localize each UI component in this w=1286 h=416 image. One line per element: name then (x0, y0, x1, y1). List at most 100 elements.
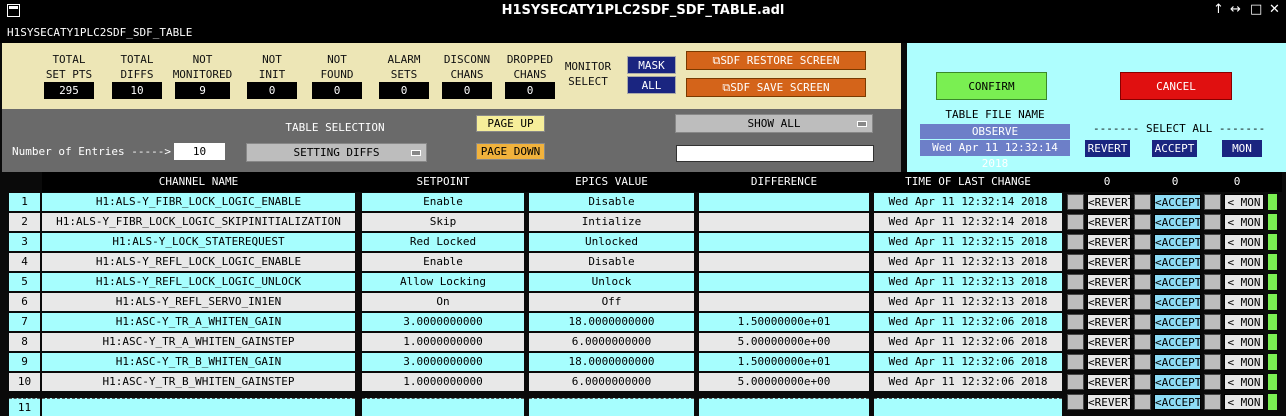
mon-button[interactable]: < MON (1224, 194, 1264, 210)
accept-checkbox[interactable] (1134, 314, 1151, 330)
mon-button[interactable]: < MON (1224, 214, 1264, 230)
mon-button[interactable]: < MON (1224, 294, 1264, 310)
accept-button[interactable]: <ACCEPT (1154, 274, 1201, 290)
page-down-button[interactable]: PAGE DOWN (476, 143, 545, 160)
revert-checkbox[interactable] (1067, 314, 1084, 330)
revert-checkbox[interactable] (1067, 214, 1084, 230)
mon-button[interactable]: < MON (1224, 314, 1264, 330)
revert-button[interactable]: <REVERT (1087, 334, 1134, 350)
accept-button[interactable]: <ACCEPT (1154, 314, 1201, 330)
revert-checkbox[interactable] (1067, 334, 1084, 350)
epics-value-cell: Disable (529, 253, 694, 271)
revert-all-button[interactable]: REVERT (1085, 140, 1130, 157)
channel-filter-input[interactable] (676, 145, 874, 162)
revert-button[interactable]: <REVERT (1087, 254, 1134, 270)
accept-checkbox[interactable] (1134, 214, 1151, 230)
show-filter-value: SHOW ALL (747, 117, 801, 130)
epics-value-cell: Off (529, 293, 694, 311)
accept-checkbox[interactable] (1134, 254, 1151, 270)
revert-checkbox[interactable] (1067, 234, 1084, 250)
resize-icon[interactable]: ↔ (1230, 2, 1241, 17)
accept-count: 0 (1171, 175, 1179, 188)
stat-value: 0 (312, 82, 362, 99)
revert-checkbox[interactable] (1067, 354, 1084, 370)
mon-checkbox[interactable] (1204, 194, 1221, 210)
mon-checkbox[interactable] (1204, 374, 1221, 390)
accept-checkbox[interactable] (1134, 374, 1151, 390)
accept-checkbox[interactable] (1134, 354, 1151, 370)
accept-button[interactable]: <ACCEPT (1154, 194, 1201, 210)
revert-checkbox[interactable] (1067, 194, 1084, 210)
accept-button[interactable]: <ACCEPT (1154, 354, 1201, 370)
revert-button[interactable]: <REVERT (1087, 354, 1134, 370)
accept-checkbox[interactable] (1134, 194, 1151, 210)
channel-name-cell: H1:ALS-Y_REFL_SERVO_IN1EN (42, 293, 355, 311)
revert-button[interactable]: <REVERT (1087, 234, 1134, 250)
mon-checkbox[interactable] (1204, 394, 1221, 410)
mon-button[interactable]: < MON (1224, 394, 1264, 410)
accept-button[interactable]: <ACCEPT (1154, 234, 1201, 250)
accept-checkbox[interactable] (1134, 234, 1151, 250)
table-selection-dropdown[interactable]: SETTING DIFFS (246, 143, 427, 162)
close-icon[interactable]: ✕ (1269, 2, 1280, 17)
channel-name-cell: H1:ALS-Y_LOCK_STATEREQUEST (42, 233, 355, 251)
mon-checkbox[interactable] (1204, 294, 1221, 310)
shade-up-icon[interactable]: ↑ (1213, 2, 1224, 17)
accept-button[interactable]: <ACCEPT (1154, 214, 1201, 230)
revert-button[interactable]: <REVERT (1087, 314, 1134, 330)
maximize-icon[interactable]: □ (1250, 2, 1262, 17)
revert-checkbox[interactable] (1067, 254, 1084, 270)
mon-checkbox[interactable] (1204, 234, 1221, 250)
sdf-restore-button[interactable]: ⧉SDF RESTORE SCREEN (686, 51, 866, 70)
revert-button[interactable]: <REVERT (1087, 194, 1134, 210)
cancel-button[interactable]: CANCEL (1120, 72, 1232, 100)
accept-all-button[interactable]: ACCEPT (1152, 140, 1197, 157)
accept-button[interactable]: <ACCEPT (1154, 254, 1201, 270)
sdf-save-button[interactable]: ⧉SDF SAVE SCREEN (686, 78, 866, 97)
revert-button[interactable]: <REVERT (1087, 374, 1134, 390)
accept-checkbox[interactable] (1134, 334, 1151, 350)
mon-all-button[interactable]: MON (1222, 140, 1262, 157)
accept-checkbox[interactable] (1134, 294, 1151, 310)
entries-field[interactable]: 10 (174, 143, 225, 160)
difference-cell (699, 293, 869, 311)
status-indicator (1268, 294, 1277, 310)
revert-button[interactable]: <REVERT (1087, 294, 1134, 310)
mon-button[interactable]: < MON (1224, 234, 1264, 250)
mon-checkbox[interactable] (1204, 334, 1221, 350)
mask-button[interactable]: MASK (627, 56, 676, 74)
mon-button[interactable]: < MON (1224, 354, 1264, 370)
accept-button[interactable]: <ACCEPT (1154, 334, 1201, 350)
accept-button[interactable]: <ACCEPT (1154, 374, 1201, 390)
mon-checkbox[interactable] (1204, 214, 1221, 230)
show-filter-dropdown[interactable]: SHOW ALL (675, 114, 873, 133)
mon-button[interactable]: < MON (1224, 254, 1264, 270)
revert-button[interactable]: <REVERT (1087, 274, 1134, 290)
accept-checkbox[interactable] (1134, 274, 1151, 290)
mon-button[interactable]: < MON (1224, 374, 1264, 390)
row-number: 8 (9, 333, 40, 351)
revert-button[interactable]: <REVERT (1087, 394, 1134, 410)
accept-button[interactable]: <ACCEPT (1154, 294, 1201, 310)
page-up-button[interactable]: PAGE UP (476, 115, 545, 132)
mon-checkbox[interactable] (1204, 354, 1221, 370)
mon-button[interactable]: < MON (1224, 334, 1264, 350)
mon-checkbox[interactable] (1204, 314, 1221, 330)
revert-checkbox[interactable] (1067, 394, 1084, 410)
table-row: 4 H1:ALS-Y_REFL_LOCK_LOGIC_ENABLE Enable Di… (0, 252, 1286, 272)
setpoint-cell (362, 398, 524, 416)
revert-checkbox[interactable] (1067, 374, 1084, 390)
difference-cell: 1.50000000e+01 (699, 353, 869, 371)
mon-button[interactable]: < MON (1224, 274, 1264, 290)
mon-checkbox[interactable] (1204, 274, 1221, 290)
revert-button[interactable]: <REVERT (1087, 214, 1134, 230)
accept-button[interactable]: <ACCEPT (1154, 394, 1201, 410)
accept-checkbox[interactable] (1134, 394, 1151, 410)
revert-checkbox[interactable] (1067, 294, 1084, 310)
revert-checkbox[interactable] (1067, 274, 1084, 290)
time-of-change-cell: Wed Apr 11 12:32:15 2018 (874, 233, 1062, 251)
all-button[interactable]: ALL (627, 76, 676, 94)
mon-checkbox[interactable] (1204, 254, 1221, 270)
setpoint-cell: 3.0000000000 (362, 353, 524, 371)
confirm-button[interactable]: CONFIRM (936, 72, 1047, 100)
